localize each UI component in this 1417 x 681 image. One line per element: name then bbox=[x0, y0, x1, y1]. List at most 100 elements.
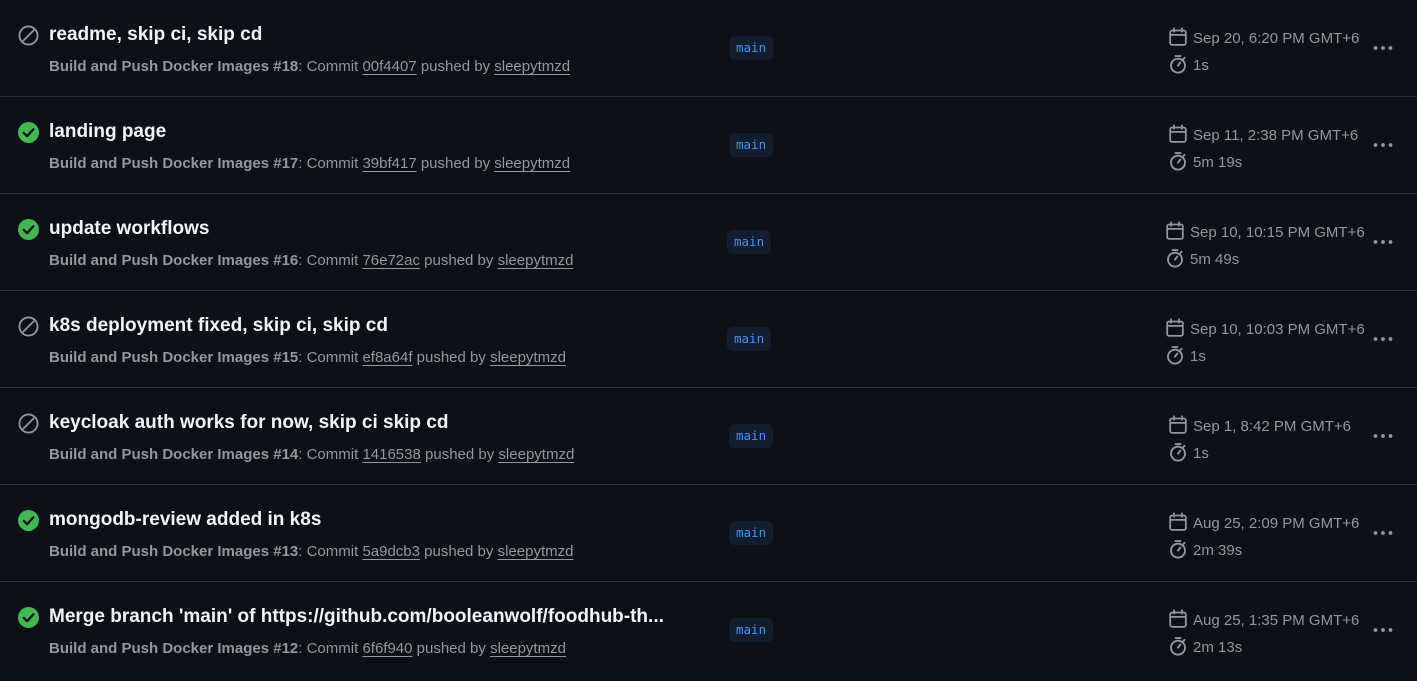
author-link[interactable]: sleepytmzd bbox=[494, 155, 570, 172]
branch-badge[interactable]: main bbox=[729, 618, 774, 642]
commit-sha-link[interactable]: 5a9dcb3 bbox=[362, 543, 420, 560]
workflow-run-row[interactable]: keycloak auth works for now, skip ci ski… bbox=[0, 388, 1417, 485]
workflow-run-row[interactable]: landing page Build and Push Docker Images… bbox=[0, 97, 1417, 194]
skipped-icon bbox=[18, 413, 39, 434]
workflow-name: Build and Push Docker Images bbox=[49, 640, 270, 657]
branch-badge[interactable]: main bbox=[729, 521, 774, 545]
kebab-horizontal-icon bbox=[1371, 36, 1395, 60]
commit-sha-link[interactable]: 1416538 bbox=[362, 446, 420, 463]
run-date: Sep 10, 10:15 PM GMT+6 bbox=[1165, 221, 1365, 241]
calendar-icon bbox=[1168, 512, 1193, 532]
run-meta: Build and Push Docker Images #18: Commit… bbox=[49, 58, 570, 75]
author-link[interactable]: sleepytmzd bbox=[494, 58, 570, 75]
stopwatch-icon bbox=[1168, 443, 1193, 462]
run-date: Sep 1, 8:42 PM GMT+6 bbox=[1168, 415, 1351, 435]
pushed-by-label: pushed by bbox=[424, 543, 494, 560]
calendar-icon bbox=[1168, 609, 1193, 629]
run-actions-button[interactable] bbox=[1371, 230, 1395, 254]
branch-badge[interactable]: main bbox=[727, 327, 772, 351]
run-date-text: Aug 25, 2:09 PM GMT+6 bbox=[1193, 515, 1360, 532]
run-number: #14 bbox=[273, 446, 299, 463]
run-date: Aug 25, 1:35 PM GMT+6 bbox=[1168, 609, 1359, 629]
run-actions-button[interactable] bbox=[1371, 521, 1395, 545]
author-link[interactable]: sleepytmzd bbox=[498, 446, 574, 463]
run-duration: 5m 49s bbox=[1165, 248, 1239, 268]
commit-sha-link[interactable]: 39bf417 bbox=[362, 155, 416, 172]
run-date-text: Aug 25, 1:35 PM GMT+6 bbox=[1193, 612, 1360, 629]
run-meta: Build and Push Docker Images #12: Commit… bbox=[49, 640, 566, 657]
check-circle-fill-icon bbox=[18, 122, 39, 143]
commit-label: : Commit bbox=[298, 155, 359, 172]
run-title-link[interactable]: keycloak auth works for now, skip ci ski… bbox=[49, 412, 448, 434]
commit-sha-link[interactable]: ef8a64f bbox=[362, 349, 412, 366]
workflow-run-row[interactable]: readme, skip ci, skip cd Build and Push D… bbox=[0, 0, 1417, 97]
run-actions-button[interactable] bbox=[1371, 618, 1395, 642]
workflow-run-row[interactable]: Merge branch 'main' of https://github.co… bbox=[0, 582, 1417, 679]
workflow-name: Build and Push Docker Images bbox=[49, 446, 270, 463]
kebab-horizontal-icon bbox=[1371, 424, 1395, 448]
run-number: #16 bbox=[273, 252, 299, 269]
run-date: Aug 25, 2:09 PM GMT+6 bbox=[1168, 512, 1359, 532]
author-link[interactable]: sleepytmzd bbox=[498, 252, 574, 269]
run-actions-button[interactable] bbox=[1371, 424, 1395, 448]
run-date: Sep 11, 2:38 PM GMT+6 bbox=[1168, 124, 1358, 144]
author-link[interactable]: sleepytmzd bbox=[490, 349, 566, 366]
branch-badge[interactable]: main bbox=[727, 230, 772, 254]
pushed-by-label: pushed by bbox=[420, 58, 491, 75]
run-duration-text: 2m 13s bbox=[1193, 639, 1243, 656]
calendar-icon bbox=[1168, 124, 1193, 144]
run-title-link[interactable]: update workflows bbox=[49, 218, 209, 240]
branch-badge[interactable]: main bbox=[729, 36, 774, 60]
run-date-text: Sep 1, 8:42 PM GMT+6 bbox=[1193, 418, 1351, 435]
run-actions-button[interactable] bbox=[1371, 36, 1395, 60]
stopwatch-icon bbox=[1168, 55, 1193, 74]
commit-sha-link[interactable]: 6f6f940 bbox=[362, 640, 412, 657]
pushed-by-label: pushed by bbox=[420, 155, 491, 172]
run-number: #18 bbox=[273, 58, 299, 75]
workflow-run-row[interactable]: mongodb-review added in k8s Build and Pus… bbox=[0, 485, 1417, 582]
run-date-text: Sep 10, 10:03 PM GMT+6 bbox=[1190, 321, 1365, 338]
commit-sha-link[interactable]: 00f4407 bbox=[362, 58, 416, 75]
run-meta: Build and Push Docker Images #16: Commit… bbox=[49, 252, 573, 269]
pushed-by-label: pushed by bbox=[425, 446, 495, 463]
commit-label: : Commit bbox=[298, 349, 359, 366]
run-title-link[interactable]: readme, skip ci, skip cd bbox=[49, 24, 262, 46]
commit-label: : Commit bbox=[298, 252, 359, 269]
run-title-link[interactable]: landing page bbox=[49, 121, 166, 143]
run-actions-button[interactable] bbox=[1371, 327, 1395, 351]
author-link[interactable]: sleepytmzd bbox=[490, 640, 566, 657]
run-duration-text: 1s bbox=[1193, 445, 1209, 462]
stopwatch-icon bbox=[1165, 249, 1190, 268]
workflow-run-row[interactable]: update workflows Build and Push Docker Im… bbox=[0, 194, 1417, 291]
commit-label: : Commit bbox=[298, 640, 359, 657]
run-duration: 2m 13s bbox=[1168, 636, 1242, 656]
run-actions-button[interactable] bbox=[1371, 133, 1395, 157]
check-circle-fill-icon bbox=[18, 510, 39, 531]
workflow-name: Build and Push Docker Images bbox=[49, 349, 270, 366]
run-number: #13 bbox=[273, 543, 299, 560]
kebab-horizontal-icon bbox=[1371, 230, 1395, 254]
run-number: #12 bbox=[273, 640, 299, 657]
run-date-text: Sep 10, 10:15 PM GMT+6 bbox=[1190, 224, 1365, 241]
run-title-link[interactable]: mongodb-review added in k8s bbox=[49, 509, 321, 531]
workflow-name: Build and Push Docker Images bbox=[49, 58, 270, 75]
run-date-text: Sep 11, 2:38 PM GMT+6 bbox=[1193, 127, 1359, 144]
kebab-horizontal-icon bbox=[1371, 327, 1395, 351]
run-meta: Build and Push Docker Images #14: Commit… bbox=[49, 446, 574, 463]
branch-badge[interactable]: main bbox=[729, 424, 774, 448]
run-title-link[interactable]: k8s deployment fixed, skip ci, skip cd bbox=[49, 315, 388, 337]
branch-badge[interactable]: main bbox=[729, 133, 774, 157]
commit-label: : Commit bbox=[298, 543, 359, 560]
calendar-icon bbox=[1165, 221, 1190, 241]
skipped-icon bbox=[18, 316, 39, 337]
stopwatch-icon bbox=[1165, 346, 1190, 365]
run-date: Sep 20, 6:20 PM GMT+6 bbox=[1168, 27, 1359, 47]
author-link[interactable]: sleepytmzd bbox=[498, 543, 574, 560]
skipped-icon bbox=[18, 25, 39, 46]
run-duration: 5m 19s bbox=[1168, 151, 1242, 171]
run-number: #15 bbox=[273, 349, 299, 366]
commit-sha-link[interactable]: 76e72ac bbox=[362, 252, 420, 269]
workflow-run-row[interactable]: k8s deployment fixed, skip ci, skip cd Bu… bbox=[0, 291, 1417, 388]
run-title-link[interactable]: Merge branch 'main' of https://github.co… bbox=[49, 606, 664, 628]
stopwatch-icon bbox=[1168, 540, 1193, 559]
